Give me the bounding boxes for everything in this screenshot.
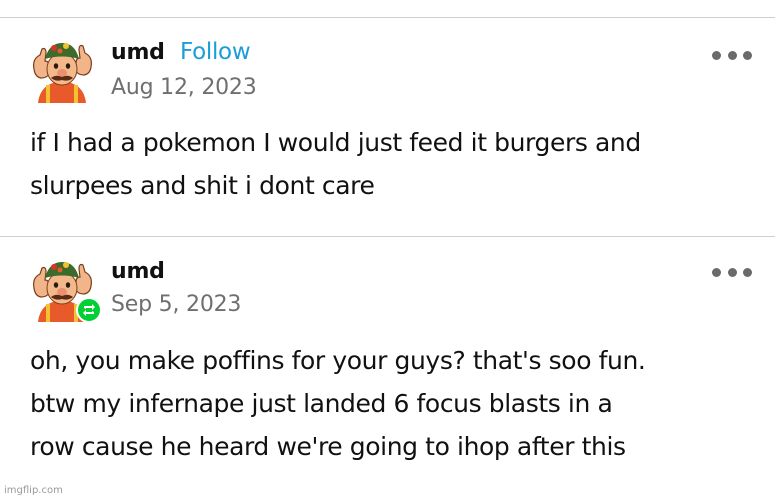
dot bbox=[727, 50, 737, 60]
more-options-icon[interactable] bbox=[712, 49, 752, 61]
dot bbox=[712, 50, 721, 60]
post-body-line: slurpees and shit i dont care bbox=[30, 171, 375, 200]
post-body: oh, you make poffins for your guys? that… bbox=[30, 339, 755, 468]
dot bbox=[727, 267, 737, 277]
reblog-arrows bbox=[83, 304, 95, 316]
reblog-icon bbox=[76, 297, 102, 323]
post-body-line: btw my infernape just landed 6 focus bla… bbox=[30, 389, 613, 418]
post-2: umd Sep 5, 2023 oh, you make poffins for… bbox=[0, 237, 775, 500]
dot bbox=[712, 267, 721, 277]
post-body: if I had a pokemon I would just feed it … bbox=[30, 121, 755, 207]
post-body-line: row cause he heard we're going to ihop a… bbox=[30, 432, 626, 461]
post-date[interactable]: Sep 5, 2023 bbox=[111, 292, 241, 317]
post-body-line: oh, you make poffins for your guys? that… bbox=[30, 346, 646, 375]
avatar-image bbox=[30, 39, 95, 103]
previous-post-remnant bbox=[0, 0, 775, 17]
dot bbox=[743, 50, 752, 60]
post-body-line: if I had a pokemon I would just feed it … bbox=[30, 128, 641, 157]
watermark: imgflip.com bbox=[4, 485, 63, 496]
follow-button[interactable]: Follow bbox=[180, 39, 251, 65]
more-options-icon[interactable] bbox=[712, 266, 752, 278]
post-date[interactable]: Aug 12, 2023 bbox=[111, 75, 257, 100]
post-1: umd Follow Aug 12, 2023 if I had a pokem… bbox=[0, 18, 775, 236]
dot bbox=[743, 267, 752, 277]
avatar[interactable] bbox=[30, 39, 95, 103]
username[interactable]: umd bbox=[111, 40, 165, 65]
username[interactable]: umd bbox=[111, 259, 165, 284]
